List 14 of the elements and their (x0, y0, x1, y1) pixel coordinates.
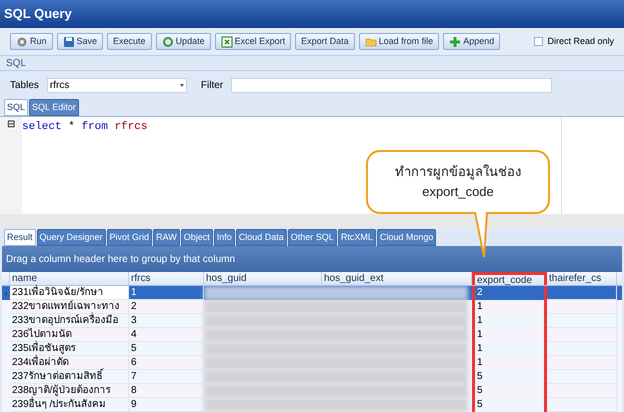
callout-line: ทำการผูกข้อมูลในช่อง (395, 163, 521, 182)
table-cell: 231เพื่อวินิจฉัย/รักษา (10, 286, 129, 300)
tables-label: Tables (10, 78, 39, 92)
code-line: select * from rfrcs (22, 121, 148, 133)
section-label: SQL (6, 56, 26, 70)
group-hint: Drag a column header here to group by that column (6, 252, 236, 266)
callout-line: export_code (422, 183, 494, 201)
checkbox-label: Direct Read only (547, 34, 614, 48)
table-cell: 239อื่นๆ /ประกันสังคม (10, 398, 129, 412)
table-cell: 5 (472, 398, 547, 412)
fold-marker: ⊟ (7, 119, 15, 132)
row-marker: › (4, 286, 8, 300)
window-title: SQL Query (4, 5, 72, 24)
filter-label: Filter (200, 78, 224, 92)
